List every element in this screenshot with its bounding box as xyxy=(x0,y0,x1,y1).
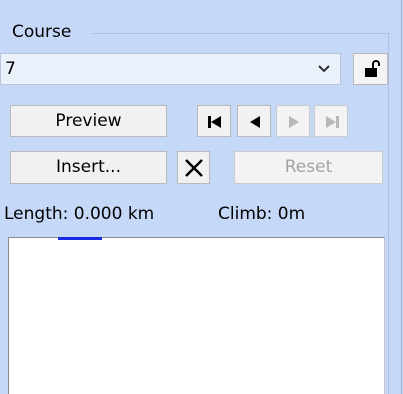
unlock-icon xyxy=(365,60,380,77)
preview-button[interactable]: Preview xyxy=(10,105,167,137)
course-marker xyxy=(58,237,102,240)
length-readout: Length: 0.000 km xyxy=(4,204,155,224)
panel-edge xyxy=(401,0,402,394)
last-control-button[interactable] xyxy=(314,105,348,137)
step-back-icon xyxy=(250,116,260,128)
course-select-value: 7 xyxy=(5,59,16,79)
group-border-top xyxy=(92,33,388,34)
group-border-right xyxy=(388,33,389,394)
climb-readout: Climb: 0m xyxy=(218,204,306,224)
next-control-button[interactable] xyxy=(276,105,310,137)
lock-toggle-button[interactable] xyxy=(353,53,388,85)
delete-x-icon xyxy=(185,159,203,177)
previous-control-button[interactable] xyxy=(237,105,271,137)
chevron-down-icon xyxy=(318,65,330,73)
insert-button[interactable]: Insert... xyxy=(10,151,167,184)
first-control-button[interactable] xyxy=(197,105,231,137)
reset-button[interactable]: Reset xyxy=(234,151,383,184)
step-forward-icon xyxy=(289,116,299,128)
delete-button[interactable] xyxy=(177,151,210,184)
course-controls-list[interactable] xyxy=(8,237,385,394)
skip-first-icon xyxy=(208,116,221,128)
course-select[interactable]: 7 xyxy=(0,53,341,85)
course-group-label: Course xyxy=(12,22,72,42)
skip-last-icon xyxy=(326,116,339,128)
